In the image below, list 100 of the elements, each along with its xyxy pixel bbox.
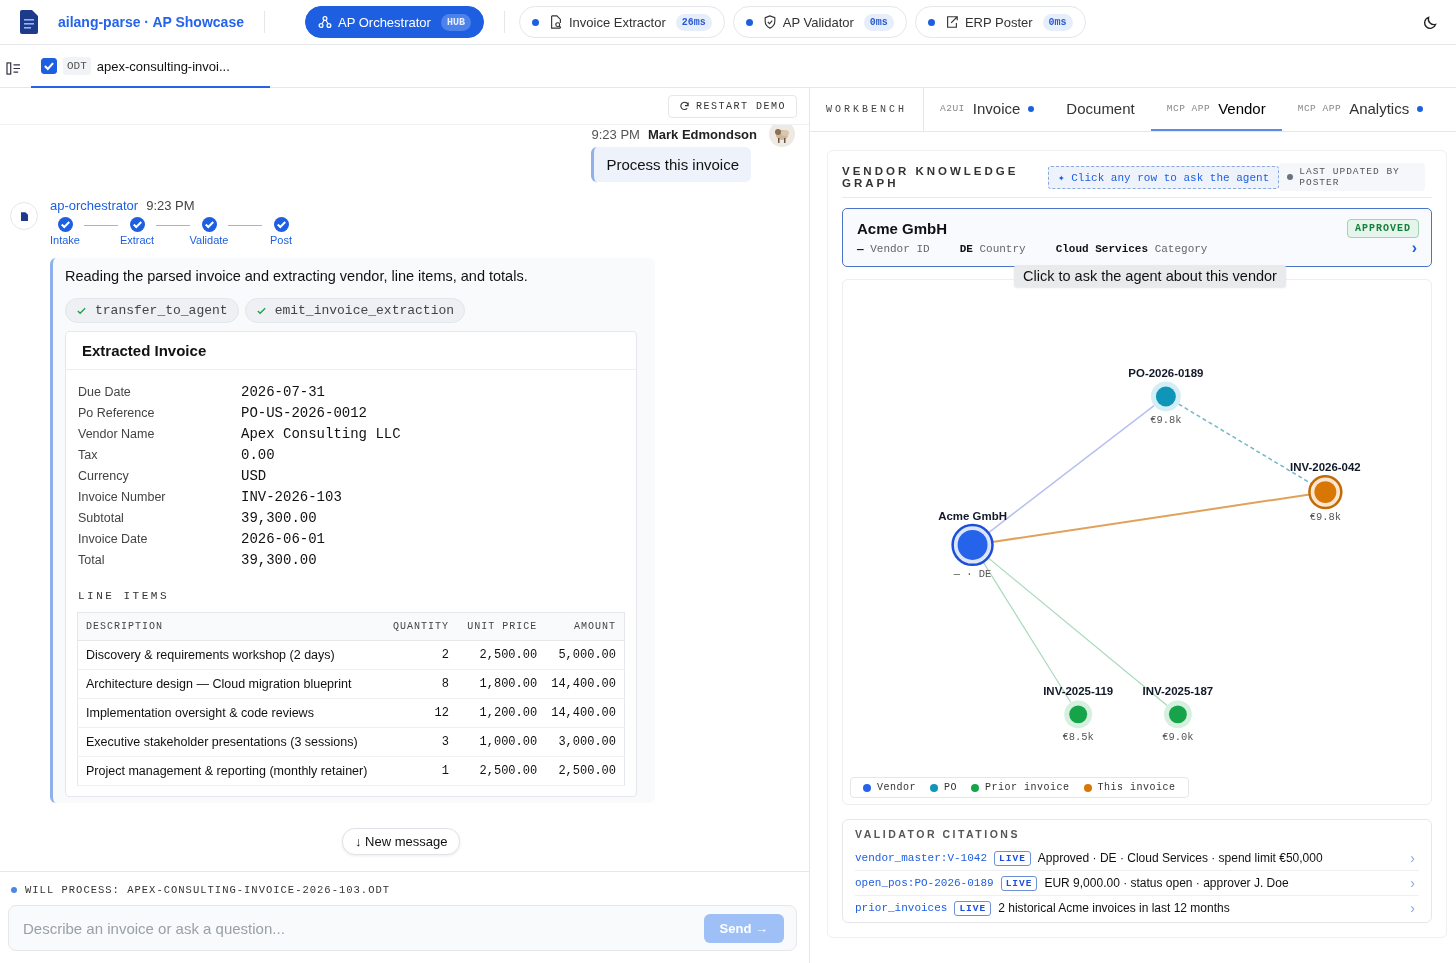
tooltip: Click to ask the agent about this vendor: [1014, 265, 1286, 287]
table-cell: 12: [383, 698, 457, 728]
table-cell: Discovery & requirements workshop (2 days): [77, 640, 384, 670]
update-chip: LAST UPDATED BY POSTER: [1279, 163, 1426, 191]
citation-text: EUR 9,000.00 · status open · approver J. Doe: [1044, 876, 1289, 890]
table-cell: 3: [383, 727, 457, 757]
table-cell: 2,500.00: [545, 756, 625, 786]
card-title: Extracted Invoice: [66, 332, 636, 370]
column-header: QUANTITY: [383, 612, 457, 641]
panel-label: WORKBENCH: [810, 88, 924, 131]
node-value: €8.5k: [1062, 731, 1094, 744]
export-icon: [944, 15, 959, 29]
agent-tab[interactable]: ERP Poster 0ms: [914, 6, 1086, 38]
step-label: Post: [270, 234, 292, 246]
field-value: 0.00: [241, 447, 276, 463]
citation-link[interactable]: vendor_master:V-1042: [855, 852, 988, 864]
field-value: USD: [241, 468, 268, 484]
field-label: Subtotal: [78, 511, 125, 525]
field-value: 2026-06-01: [241, 531, 326, 547]
agent-badge: 0ms: [863, 13, 894, 31]
table-cell: 14,400.00: [545, 698, 625, 728]
status-text: WILL PROCESS: APEX-CONSULTING-INVOICE-2026-103.ODT: [25, 884, 391, 896]
legend-label: This invoice: [1097, 782, 1176, 793]
refresh-icon: [679, 100, 690, 112]
column-header: AMOUNT: [545, 612, 625, 641]
table-cell: 1,800.00: [456, 669, 546, 699]
app-title: ailang-parse · AP Showcase: [58, 14, 244, 30]
agent-tab[interactable]: AP Orchestrator HUB: [304, 6, 484, 38]
live-badge: LIVE: [994, 850, 1031, 866]
node-label: INV-2026-042: [1290, 461, 1361, 474]
citation-link[interactable]: open_pos:PO-2026-0189: [855, 877, 994, 889]
graph-node[interactable]: [951, 523, 994, 567]
document-icon: [20, 10, 38, 34]
graph-node[interactable]: [1150, 381, 1181, 412]
workbench-tab[interactable]: A2UI Invoice: [924, 88, 1051, 131]
field-value: 2026-07-31: [241, 384, 326, 400]
table-cell: 1,200.00: [456, 698, 546, 728]
field-value: 39,300.00: [241, 552, 318, 568]
section-title: VALIDATOR CITATIONS: [855, 828, 1021, 840]
workbench-tab[interactable]: MCP APP Analytics: [1281, 88, 1440, 131]
node-value: — · DE: [953, 567, 992, 580]
step-label: Intake: [50, 234, 80, 246]
node-label: INV-2025-119: [1043, 685, 1114, 698]
moon-icon[interactable]: [1423, 14, 1438, 30]
legend-label: Vendor: [877, 782, 916, 793]
node-label: INV-2025-187: [1142, 685, 1214, 698]
workbench-tab[interactable]: Document: [1050, 88, 1151, 131]
new-message-button[interactable]: ↓ New message: [342, 828, 461, 855]
network-icon: [317, 15, 332, 29]
table-cell: 1: [383, 756, 457, 786]
agent-tab[interactable]: AP Validator 0ms: [732, 6, 907, 38]
node-value: €9.8k: [1309, 511, 1342, 523]
field-value: INV-2026-103: [241, 489, 343, 505]
table-cell: Architecture design — Cloud migration blueprint: [77, 669, 384, 699]
live-badge: LIVE: [954, 900, 992, 916]
vendor-attribute: — Vendor ID: [857, 243, 930, 255]
field-label: Due Date: [78, 385, 132, 399]
field-label: Invoice Number: [78, 490, 167, 504]
vendor-attribute: DE Country: [959, 243, 1026, 255]
workbench-tab[interactable]: MCP APP Vendor: [1150, 88, 1282, 131]
document-search-icon: [548, 15, 563, 29]
panel-title: VENDOR KNOWLEDGE GRAPH: [842, 165, 1020, 189]
message-time: 9:23 PM: [591, 126, 640, 142]
live-badge: LIVE: [1000, 875, 1038, 891]
table-cell: 14,400.00: [545, 669, 625, 699]
table-cell: 8: [383, 669, 457, 699]
restart-button[interactable]: RESTART DEMO: [668, 94, 797, 118]
table-cell: 2,500.00: [456, 756, 546, 786]
section-title: LINE ITEMS: [77, 589, 170, 604]
graph-node[interactable]: [1064, 700, 1093, 729]
agent-tab[interactable]: Invoice Extractor 26ms: [518, 6, 725, 38]
field-label: Po Reference: [78, 406, 156, 420]
status-badge: APPROVED: [1347, 219, 1419, 238]
citation-text: 2 historical Acme invoices in last 12 months: [998, 901, 1230, 915]
file-name: apex-consulting-invoi...: [96, 58, 230, 74]
tool-chip: emit_invoice_extraction: [244, 298, 466, 323]
checkbox[interactable]: [41, 58, 57, 74]
table-cell: 2,500.00: [456, 640, 546, 670]
message-time: 9:23 PM: [146, 198, 195, 213]
agent-badge: HUB: [440, 13, 471, 31]
file-tab[interactable]: ODT apex-consulting-invoi...: [31, 46, 270, 88]
file-type-badge: ODT: [63, 57, 91, 75]
field-label: Vendor Name: [78, 427, 156, 441]
agent-name[interactable]: ap-orchestrator: [50, 198, 139, 213]
hint-chip: ✦ Click any row to ask the agent: [1048, 165, 1280, 189]
node-value: €9.0k: [1162, 731, 1194, 744]
shield-check-icon: [762, 15, 777, 29]
table-cell: 5,000.00: [545, 640, 625, 670]
field-label: Total: [78, 553, 106, 567]
table-cell: 2: [383, 640, 457, 670]
step-label: Validate: [189, 234, 229, 246]
citation-text: Approved · DE · Cloud Services · spend limit €50,000: [1037, 851, 1323, 865]
sidebar-toggle-icon[interactable]: [6, 61, 21, 75]
graph-node[interactable]: [1308, 474, 1343, 510]
graph-node[interactable]: [1163, 700, 1192, 729]
table-cell: Project management & reporting (monthly retainer): [77, 756, 384, 786]
citation-link[interactable]: prior_invoices: [855, 902, 948, 914]
node-value: €9.8k: [1150, 414, 1182, 427]
chevron-icon: ›: [1409, 240, 1419, 258]
node-label: PO-2026-0189: [1128, 366, 1204, 379]
